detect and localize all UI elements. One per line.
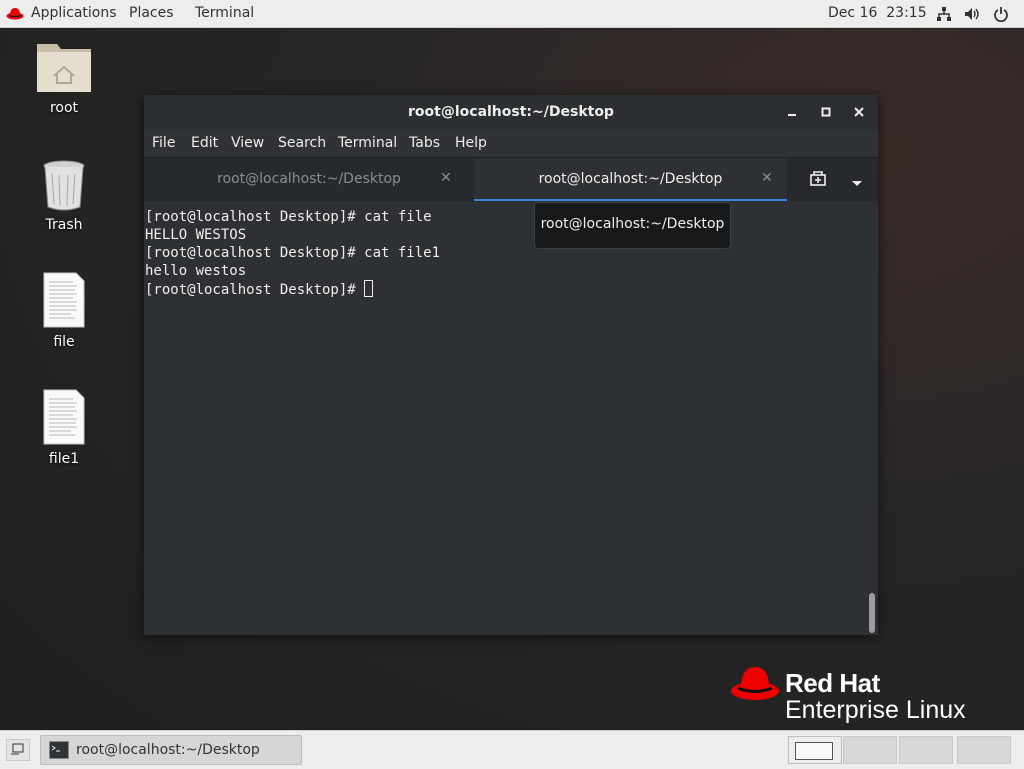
terminal-line: [root@localhost Desktop]# cat file (145, 209, 432, 225)
desktop-icon-label: file (53, 334, 75, 350)
menu-help[interactable]: Help (455, 135, 487, 151)
menu-bar: File Edit View Search Terminal Tabs Help (144, 130, 878, 157)
menu-tabs[interactable]: Tabs (409, 135, 440, 151)
menu-view[interactable]: View (231, 135, 264, 151)
tab-bar: root@localhost:~/Desktop ✕ root@localhos… (144, 157, 878, 202)
tab-1[interactable]: root@localhost:~/Desktop ✕ (144, 158, 474, 202)
window-titlebar[interactable]: root@localhost:~/Desktop (144, 95, 878, 130)
show-desktop-icon[interactable] (6, 739, 30, 761)
text-file-icon (43, 272, 85, 328)
text-file-icon (43, 389, 85, 445)
desktop-icon-file1[interactable]: file1 (19, 389, 109, 469)
desktop-icon-file[interactable]: file (19, 272, 109, 352)
terminal-prompt-line: [root@localhost Desktop]# (145, 280, 374, 299)
clock[interactable]: Dec 16 23:15 (828, 5, 927, 21)
desktop-icon-label: Trash (45, 217, 83, 233)
tab-close-icon[interactable]: ✕ (761, 170, 773, 186)
taskbar-item-terminal[interactable]: root@localhost:~/Desktop (40, 735, 302, 765)
trash-icon (43, 160, 85, 211)
terminal-line: [root@localhost Desktop]# cat file1 (145, 245, 441, 261)
terminal-prompt: [root@localhost Desktop]# (145, 282, 365, 298)
tab-tooltip: root@localhost:~/Desktop (534, 202, 731, 249)
terminal-app-menu[interactable]: Terminal (195, 5, 254, 21)
terminal-cursor (364, 280, 374, 297)
tab-2[interactable]: root@localhost:~/Desktop ✕ (474, 158, 787, 202)
terminal-line: HELLO WESTOS (145, 227, 247, 243)
bottom-panel: root@localhost:~/Desktop (0, 730, 1024, 769)
window-title: root@localhost:~/Desktop (408, 104, 614, 120)
power-icon[interactable] (993, 6, 1009, 23)
home-folder-icon (37, 44, 91, 92)
terminal-window: root@localhost:~/Desktop File Edit View … (144, 95, 878, 635)
workspace-2[interactable] (843, 736, 897, 764)
menu-terminal[interactable]: Terminal (338, 135, 397, 151)
workspace-window-preview (795, 742, 833, 760)
menu-edit[interactable]: Edit (191, 135, 218, 151)
applications-menu[interactable]: Applications (31, 5, 117, 21)
menu-file[interactable]: File (152, 135, 175, 151)
tab-menu-chevron-icon[interactable] (850, 174, 864, 186)
tab-label: root@localhost:~/Desktop (538, 171, 723, 187)
network-icon[interactable] (936, 6, 952, 22)
desktop-icon-root[interactable]: root (19, 40, 109, 120)
taskbar-item-label: root@localhost:~/Desktop (76, 742, 260, 758)
terminal-line: hello westos (145, 263, 247, 279)
terminal-app-icon (49, 741, 69, 759)
workspace-3[interactable] (899, 736, 953, 764)
new-tab-icon[interactable] (809, 170, 827, 188)
scrollbar-thumb[interactable] (869, 593, 875, 633)
minimize-icon[interactable] (785, 105, 799, 119)
desktop-icon-trash[interactable]: Trash (19, 160, 109, 240)
workspace-4[interactable] (957, 736, 1011, 764)
redhat-menu-icon[interactable] (6, 6, 24, 20)
brand-line1: Red Hat (785, 668, 880, 698)
volume-icon[interactable] (964, 6, 980, 22)
desktop-icon-label: root (49, 100, 79, 116)
brand-line2: Enterprise Linux (785, 696, 966, 724)
top-panel: Applications Places Terminal Dec 16 23:1… (0, 0, 1024, 28)
scrollbar[interactable] (866, 201, 878, 635)
terminal-output[interactable]: [root@localhost Desktop]# cat file HELLO… (144, 201, 866, 635)
desktop-icon-label: file1 (48, 451, 80, 467)
tab-label: root@localhost:~/Desktop (217, 171, 401, 187)
workspace-1[interactable] (788, 736, 842, 764)
tooltip-text: root@localhost:~/Desktop (540, 216, 725, 232)
close-icon[interactable] (852, 105, 866, 119)
menu-search[interactable]: Search (278, 135, 326, 151)
places-menu[interactable]: Places (129, 5, 174, 21)
tab-close-icon[interactable]: ✕ (440, 170, 452, 186)
maximize-icon[interactable] (819, 105, 833, 119)
redhat-logo-icon (731, 667, 779, 700)
